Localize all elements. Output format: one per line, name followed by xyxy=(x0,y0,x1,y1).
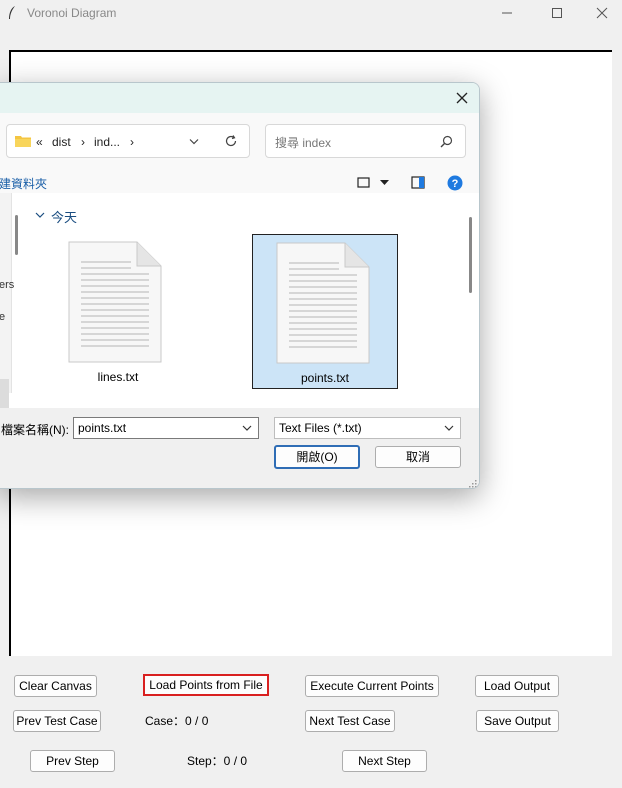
resize-grip-icon[interactable] xyxy=(468,479,477,488)
chevron-down-icon[interactable] xyxy=(242,425,252,432)
navigation-pane[interactable] xyxy=(0,193,12,409)
load-output-button[interactable]: Load Output xyxy=(475,675,559,697)
group-header-today[interactable]: 今天 xyxy=(51,207,77,226)
text-file-icon xyxy=(276,242,370,364)
breadcrumb-separator: › xyxy=(81,135,85,149)
preview-pane-icon[interactable] xyxy=(411,176,425,189)
address-bar[interactable]: « dist › ind... › xyxy=(6,124,250,158)
file-item-points[interactable]: points.txt xyxy=(252,234,398,389)
refresh-icon[interactable] xyxy=(224,134,238,148)
window-titlebar: Voronoi Diagram xyxy=(0,0,622,27)
dialog-toolbar: « dist › ind... › 搜尋 index xyxy=(0,113,479,173)
file-name: points.txt xyxy=(300,371,350,385)
close-icon xyxy=(596,7,608,19)
step-status: Step：0 / 0 xyxy=(187,754,248,768)
navigation-scrollbar[interactable] xyxy=(15,215,18,255)
next-test-case-button[interactable]: Next Test Case xyxy=(305,710,395,732)
close-window-button[interactable] xyxy=(579,0,622,27)
maximize-button[interactable] xyxy=(534,0,580,27)
chevron-down-icon[interactable] xyxy=(380,180,389,186)
save-output-button[interactable]: Save Output xyxy=(476,710,559,732)
chevron-down-icon[interactable] xyxy=(189,138,199,146)
window-title: Voronoi Diagram xyxy=(27,6,117,20)
chevron-down-icon[interactable] xyxy=(35,212,45,219)
file-list-scrollbar[interactable] xyxy=(469,217,472,293)
open-file-dialog: « dist › ind... › 搜尋 index 建資料夾 ? ers e … xyxy=(0,82,480,489)
address-prefix[interactable]: « xyxy=(36,134,43,150)
chevron-down-icon xyxy=(444,425,454,431)
close-icon[interactable] xyxy=(453,89,471,107)
file-name: lines.txt xyxy=(97,370,139,384)
navigation-selection xyxy=(0,379,9,409)
cancel-button[interactable]: 取消 xyxy=(375,446,461,468)
command-bar: 建資料夾 ? xyxy=(0,173,479,193)
help-icon[interactable]: ? xyxy=(447,175,463,191)
text-file-icon xyxy=(68,241,162,363)
minimize-button[interactable] xyxy=(484,0,530,27)
prev-step-button[interactable]: Prev Step xyxy=(30,750,115,772)
execute-current-points-button[interactable]: Execute Current Points xyxy=(305,675,439,697)
svg-text:?: ? xyxy=(452,178,459,190)
view-icon[interactable] xyxy=(357,177,371,189)
filename-label: 檔案名稱(N): xyxy=(1,423,69,437)
search-icon xyxy=(440,135,453,148)
new-folder-button[interactable]: 建資料夾 xyxy=(0,175,47,192)
case-status: Case：0 / 0 xyxy=(145,714,209,728)
minimize-icon xyxy=(502,12,512,14)
navigation-item[interactable]: e xyxy=(0,311,5,323)
breadcrumb-dist[interactable]: dist xyxy=(52,134,71,150)
maximize-icon xyxy=(552,8,562,18)
load-points-button[interactable]: Load Points from File xyxy=(143,674,269,696)
open-button[interactable]: 開啟(O) xyxy=(274,445,360,469)
file-list[interactable]: 今天 lines.txt points.txt xyxy=(25,199,463,409)
filename-input[interactable]: points.txt xyxy=(73,417,259,439)
feather-icon xyxy=(9,6,15,19)
next-step-button[interactable]: Next Step xyxy=(342,750,427,772)
file-item-lines[interactable]: lines.txt xyxy=(45,234,191,389)
breadcrumb-separator: › xyxy=(130,135,134,149)
search-input[interactable]: 搜尋 index xyxy=(265,124,466,158)
navigation-item[interactable]: ers xyxy=(0,279,14,291)
filename-value: points.txt xyxy=(78,421,127,435)
filetype-value: Text Files (*.txt) xyxy=(279,421,362,435)
dialog-footer: 檔案名稱(N): points.txt Text Files (*.txt) 開… xyxy=(0,408,479,488)
breadcrumb-index[interactable]: ind... xyxy=(94,134,120,150)
search-placeholder: 搜尋 index xyxy=(275,136,332,150)
folder-icon xyxy=(15,136,31,147)
dialog-titlebar xyxy=(0,83,479,113)
clear-canvas-button[interactable]: Clear Canvas xyxy=(14,675,97,697)
prev-test-case-button[interactable]: Prev Test Case xyxy=(13,710,101,732)
filetype-select[interactable]: Text Files (*.txt) xyxy=(274,417,461,439)
